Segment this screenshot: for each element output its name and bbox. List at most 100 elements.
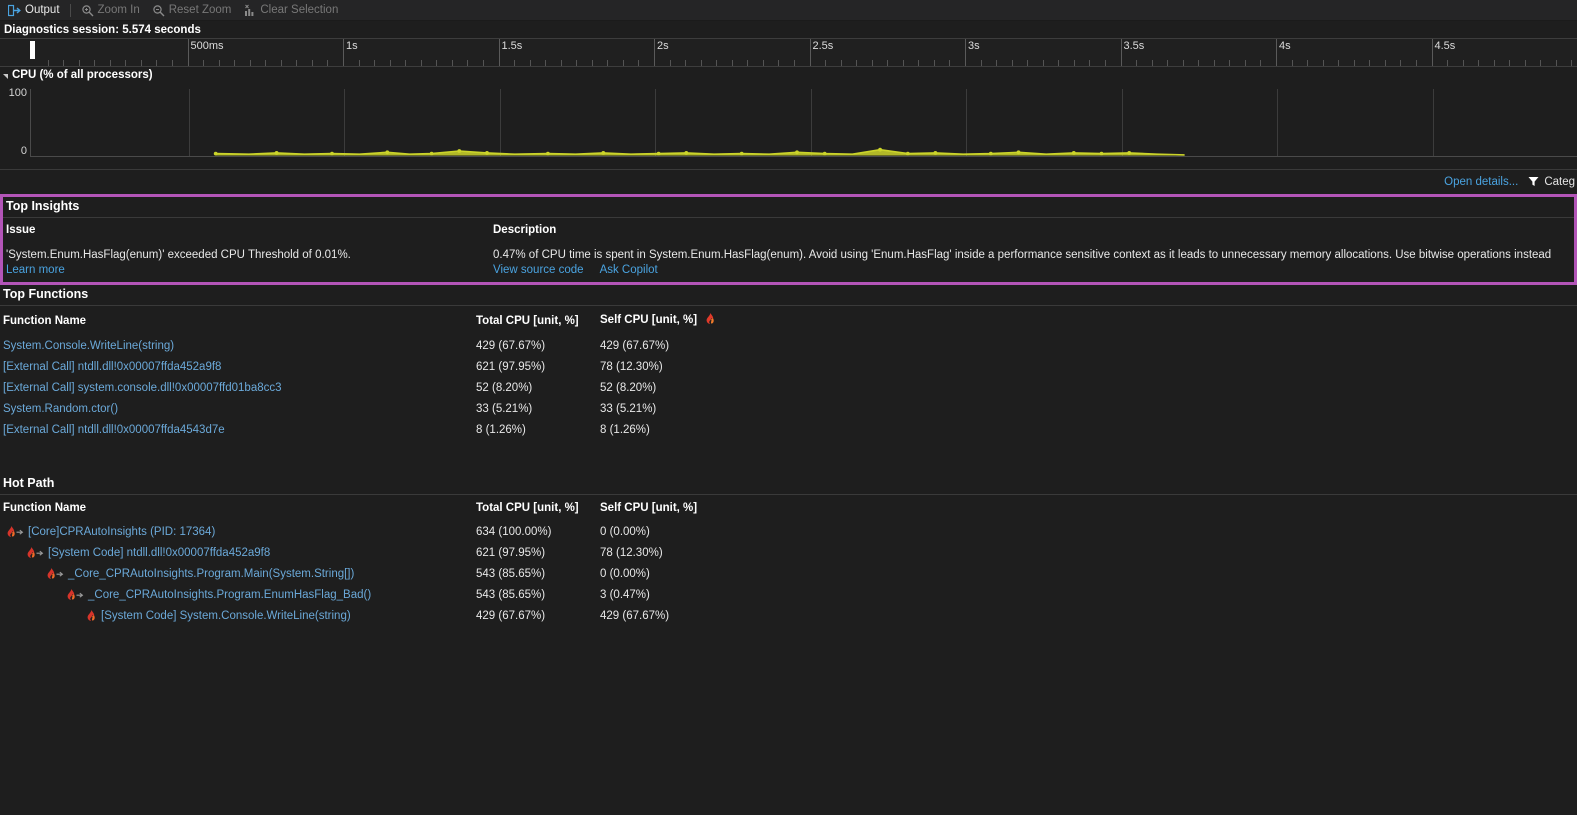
ruler-minor-tick [390, 60, 391, 66]
ruler-minor-tick [701, 60, 702, 66]
flame-icon [86, 610, 97, 622]
ask-copilot-link[interactable]: Ask Copilot [600, 264, 658, 276]
details-links-row: Open details... Categ [0, 170, 1577, 194]
output-button[interactable]: Output [2, 1, 66, 19]
hot-path-name-cell[interactable]: _Core_CPRAutoInsights.Program.Main(Syste… [0, 563, 476, 584]
ruler-minor-tick [1307, 60, 1308, 66]
ruler-minor-tick [1540, 60, 1541, 66]
hot-path-name-cell[interactable]: [System Code] ntdll.dll!0x00007ffda452a9… [0, 542, 476, 563]
reset-zoom-label: Reset Zoom [169, 4, 232, 16]
category-filter-label: Categ [1544, 176, 1575, 188]
ruler-minor-tick [1494, 60, 1495, 66]
ruler-tick-label: 3s [965, 40, 980, 52]
function-name-cell[interactable]: [External Call] ntdll.dll!0x00007ffda452… [0, 356, 476, 377]
self-cpu-cell: 78 (12.30%) [600, 542, 1577, 563]
self-cpu-cell: 33 (5.21%) [600, 398, 1577, 419]
table-row[interactable]: [External Call] ntdll.dll!0x00007ffda454… [0, 419, 1577, 440]
ruler-minor-tick [872, 60, 873, 66]
toolbar: Output Zoom In Reset Zoom [0, 0, 1577, 21]
cpu-plot-area[interactable] [30, 89, 1577, 157]
ruler-minor-tick [1043, 60, 1044, 66]
ruler-minor-tick [1136, 60, 1137, 66]
total-cpu-cell: 634 (100.00%) [476, 521, 600, 542]
view-source-code-link[interactable]: View source code [493, 264, 584, 276]
clear-selection-button[interactable]: Clear Selection [237, 1, 344, 19]
ruler-minor-tick [638, 60, 639, 66]
function-name-cell[interactable]: System.Random.ctor() [0, 398, 476, 419]
reset-zoom-button[interactable]: Reset Zoom [146, 1, 238, 19]
hp-header-total[interactable]: Total CPU [unit, %] [476, 495, 600, 521]
table-row[interactable]: System.Console.WriteLine(string)429 (67.… [0, 335, 1577, 356]
function-name-cell[interactable]: [External Call] ntdll.dll!0x00007ffda454… [0, 419, 476, 440]
zoom-in-label: Zoom In [98, 4, 140, 16]
ruler-minor-tick [530, 60, 531, 66]
total-cpu-cell: 621 (97.95%) [476, 542, 600, 563]
tf-header-name[interactable]: Function Name [0, 306, 476, 335]
self-cpu-cell: 429 (67.67%) [600, 605, 1577, 626]
cpu-track-header[interactable]: CPU (% of all processors) [0, 67, 1577, 83]
hot-path-name-cell[interactable]: [System Code] System.Console.WriteLine(s… [0, 605, 476, 626]
ruler-minor-tick [1012, 60, 1013, 66]
open-details-link[interactable]: Open details... [1444, 176, 1518, 188]
ruler-minor-tick [1214, 60, 1215, 66]
ruler-minor-tick [1229, 60, 1230, 66]
ruler-minor-tick [1369, 60, 1370, 66]
collapse-triangle-icon[interactable] [3, 74, 8, 79]
tf-header-self[interactable]: Self CPU [unit, %] [600, 306, 1577, 335]
ruler-minor-tick [359, 60, 360, 66]
total-cpu-cell: 429 (67.67%) [476, 605, 600, 626]
self-cpu-cell: 52 (8.20%) [600, 377, 1577, 398]
ruler-minor-tick [514, 60, 515, 66]
ruler-minor-tick [1152, 60, 1153, 66]
insights-issue-header: Issue [6, 224, 493, 249]
tf-header-self-label: Self CPU [unit, %] [600, 314, 697, 326]
ruler-minor-tick [483, 60, 484, 66]
ruler-minor-tick [1447, 60, 1448, 66]
hp-header-name[interactable]: Function Name [0, 495, 476, 521]
ruler-minor-tick [1183, 60, 1184, 66]
hot-path-label: [System Code] System.Console.WriteLine(s… [101, 610, 351, 622]
ruler-minor-tick [1245, 60, 1246, 66]
hot-path-name-cell[interactable]: _Core_CPRAutoInsights.Program.EnumHasFla… [0, 584, 476, 605]
cpu-axis-max: 100 [0, 87, 27, 99]
ruler-minor-tick [685, 60, 686, 66]
timeline-cursor[interactable] [30, 41, 35, 59]
function-name-cell[interactable]: [External Call] system.console.dll!0x000… [0, 377, 476, 398]
hot-path-name-cell[interactable]: [Core]CPRAutoInsights (PID: 17364) [0, 521, 476, 542]
table-row[interactable]: _Core_CPRAutoInsights.Program.EnumHasFla… [0, 584, 1577, 605]
table-row[interactable]: [External Call] ntdll.dll!0x00007ffda452… [0, 356, 1577, 377]
ruler-minor-tick [1058, 60, 1059, 66]
table-row[interactable]: [Core]CPRAutoInsights (PID: 17364)634 (1… [0, 521, 1577, 542]
ruler-minor-tick [219, 60, 220, 66]
ruler-minor-tick [63, 60, 64, 66]
ruler-minor-tick [1105, 60, 1106, 66]
ruler-tick-label: 1s [343, 40, 358, 52]
table-row[interactable]: [System Code] ntdll.dll!0x00007ffda452a9… [0, 542, 1577, 563]
top-functions-title: Top Functions [0, 285, 1577, 306]
category-filter[interactable]: Categ [1528, 176, 1575, 189]
tf-header-total[interactable]: Total CPU [unit, %] [476, 306, 600, 335]
ruler-tick-label: 2s [654, 40, 669, 52]
ruler-minor-tick [1260, 60, 1261, 66]
timeline-ruler[interactable]: 500ms1s1.5s2s2.5s3s3.5s4s4.5s [0, 38, 1577, 67]
ruler-minor-tick [203, 60, 204, 66]
ruler-minor-tick [79, 60, 80, 66]
table-row[interactable]: _Core_CPRAutoInsights.Program.Main(Syste… [0, 563, 1577, 584]
flame-icon [705, 313, 716, 328]
session-label: Diagnostics session: 5.574 seconds [4, 24, 201, 36]
ruler-minor-tick [794, 60, 795, 66]
function-name-cell[interactable]: System.Console.WriteLine(string) [0, 335, 476, 356]
table-row[interactable]: [External Call] system.console.dll!0x000… [0, 377, 1577, 398]
ruler-minor-tick [825, 60, 826, 66]
table-row[interactable]: [System Code] System.Console.WriteLine(s… [0, 605, 1577, 626]
ruler-minor-tick [545, 60, 546, 66]
total-cpu-cell: 33 (5.21%) [476, 398, 600, 419]
table-row[interactable]: System.Random.ctor()33 (5.21%)33 (5.21%) [0, 398, 1577, 419]
hp-header-self[interactable]: Self CPU [unit, %] [600, 495, 1577, 521]
filter-icon [1528, 176, 1539, 189]
self-cpu-cell: 3 (0.47%) [600, 584, 1577, 605]
hot-path-title: Hot Path [0, 474, 1577, 495]
zoom-in-button[interactable]: Zoom In [75, 1, 146, 19]
learn-more-link[interactable]: Learn more [6, 264, 65, 276]
ruler-minor-tick [561, 60, 562, 66]
